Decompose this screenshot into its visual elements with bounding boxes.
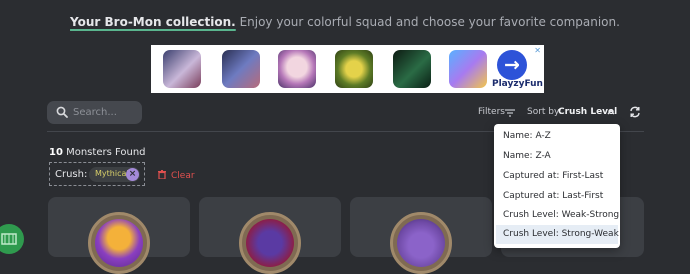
monster-card[interactable]	[350, 197, 492, 274]
basket-icon	[1, 233, 17, 245]
refresh-icon[interactable]	[629, 106, 641, 118]
arrow-right-icon: →	[497, 50, 527, 80]
crush-chip-label: Mythical	[95, 169, 129, 178]
monsters-count-suffix: Monsters Found	[62, 147, 146, 158]
clear-filters-button[interactable]: Clear	[158, 170, 195, 181]
monsters-found-count: 10 Monsters Found	[49, 147, 146, 158]
playzyfun-logo[interactable]: → PlayzyFun	[492, 50, 543, 90]
crush-filter-group: Crush: Mythical ×	[49, 162, 145, 186]
sort-option-crush-strong-weak[interactable]: Crush Level: Strong-Weak	[496, 225, 619, 244]
monsters-count-number: 10	[49, 147, 63, 158]
remove-chip-icon[interactable]: ×	[126, 168, 139, 181]
filter-lines-icon[interactable]	[505, 109, 515, 117]
monster-avatar	[239, 212, 301, 274]
dragon-game-icon[interactable]	[222, 50, 260, 88]
snake-game-icon[interactable]	[449, 50, 487, 88]
anime-girl-game-icon[interactable]	[278, 50, 316, 88]
monster-avatar	[390, 212, 452, 274]
anime-game-icon[interactable]	[163, 50, 201, 88]
chevron-up-icon[interactable]	[607, 109, 615, 115]
monster-card[interactable]	[48, 197, 190, 274]
crush-chip-mythical: Mythical ×	[89, 167, 140, 182]
monster-bat-image	[246, 219, 294, 267]
ad-banner[interactable]: → PlayzyFun ✕	[151, 45, 544, 93]
collection-highlight: Your Bro-Mon collection.	[70, 15, 236, 29]
sort-option-captured-first-last[interactable]: Captured at: First-Last	[496, 167, 618, 186]
sort-option-name-desc[interactable]: Name: Z-A	[496, 147, 618, 166]
basket-button[interactable]	[0, 224, 24, 254]
sort-option-crush-weak-strong[interactable]: Crush Level: Weak-Strong	[496, 206, 619, 225]
crush-filter-label: Crush:	[55, 169, 88, 180]
sort-option-name-asc[interactable]: Name: A-Z	[496, 127, 618, 146]
trash-icon	[158, 170, 166, 179]
fc-soccer-icon[interactable]	[393, 50, 431, 88]
collection-intro: Your Bro-Mon collection. Enjoy your colo…	[0, 15, 690, 29]
search-icon	[56, 106, 68, 118]
clear-filters-label: Clear	[171, 171, 195, 181]
collection-intro-text: Enjoy your colorful squad and choose you…	[235, 15, 620, 29]
sort-dropdown-menu: Name: A-Z Name: Z-A Captured at: First-L…	[494, 124, 620, 248]
monster-gold-orbs-image	[95, 219, 143, 267]
sort-by-label: Sort by:	[527, 107, 562, 117]
search-box[interactable]	[47, 101, 142, 124]
monster-card[interactable]	[199, 197, 341, 274]
search-input[interactable]	[73, 101, 139, 124]
sort-option-captured-last-first[interactable]: Captured at: Last-First	[496, 187, 618, 206]
filters-button[interactable]: Filters	[478, 107, 505, 117]
monster-purple-creature-image	[397, 219, 445, 267]
temple-run-icon[interactable]	[335, 50, 373, 88]
playzyfun-brand-name: PlayzyFun	[492, 79, 543, 89]
ad-close-icon[interactable]: ✕	[534, 46, 541, 55]
monster-avatar	[88, 212, 150, 274]
